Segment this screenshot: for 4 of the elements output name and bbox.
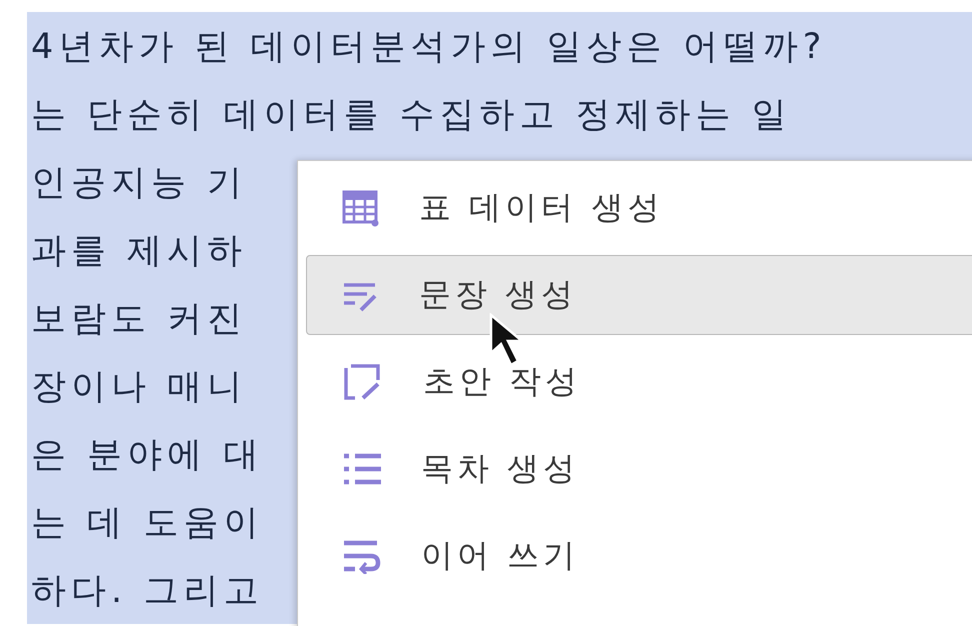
- list-icon: [341, 451, 381, 487]
- text-wrap-icon: [341, 538, 381, 574]
- menu-item[interactable]: 문장 생성: [306, 255, 972, 335]
- table-icon: [341, 189, 379, 227]
